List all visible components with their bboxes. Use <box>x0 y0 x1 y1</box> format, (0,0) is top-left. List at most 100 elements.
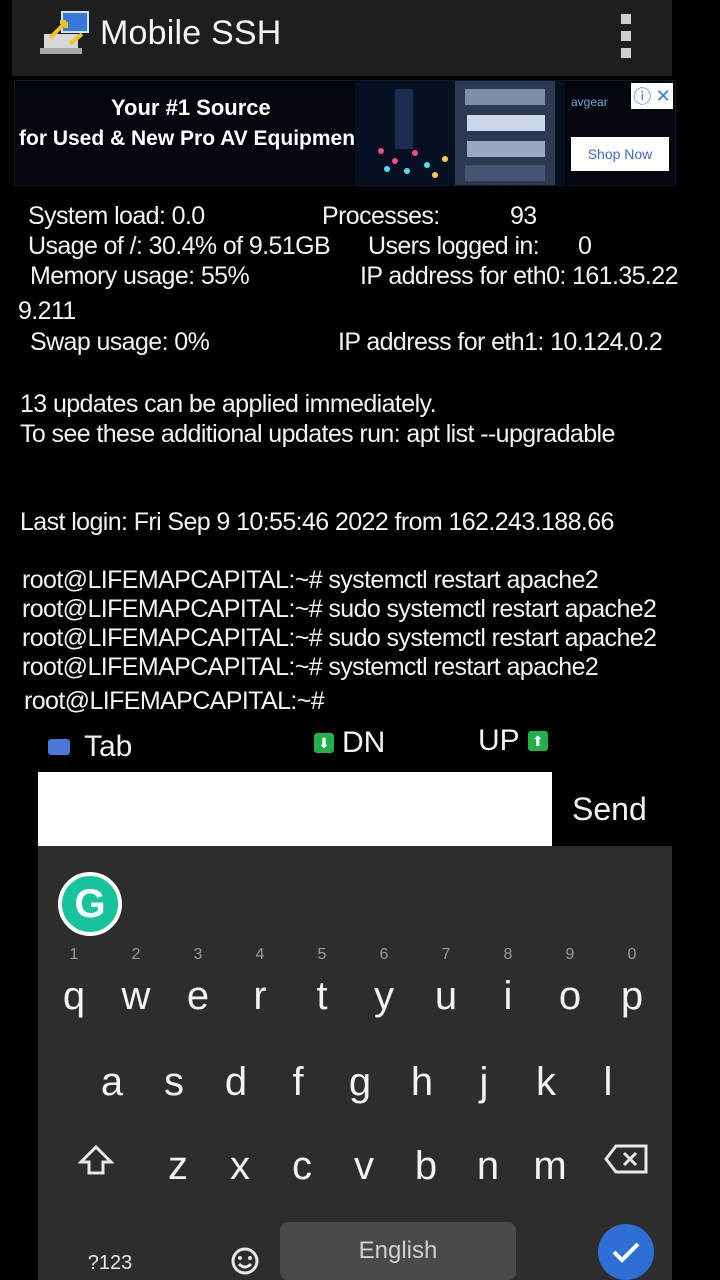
soft-keyboard: G 1q2w3e4r5t6y7u8i9o0p asdfghjkl zxcvbnm… <box>38 846 672 1280</box>
key-q[interactable]: 1q <box>48 946 100 1019</box>
terminal-line: root@LIFEMAPCAPITAL:~# <box>24 687 325 715</box>
key-label: l <box>603 1060 613 1104</box>
terminal-line: Memory usage: 55% <box>30 262 250 290</box>
key-label: m <box>533 1144 567 1188</box>
key-label: a <box>100 1060 124 1104</box>
key-x[interactable]: x <box>214 1144 266 1189</box>
key-a[interactable]: a <box>86 1060 138 1105</box>
key-u[interactable]: 7u <box>420 946 472 1019</box>
ad-choices[interactable]: ⓘ ✕ <box>631 83 673 109</box>
shift-icon[interactable] <box>78 1144 114 1176</box>
up-key-button[interactable]: UP ⬆ <box>478 724 548 758</box>
terminal-line: Swap usage: 0% <box>30 328 210 356</box>
close-icon[interactable]: ✕ <box>656 86 671 107</box>
app-title: Mobile SSH <box>100 14 282 52</box>
key-i[interactable]: 8i <box>482 946 534 1019</box>
terminal-line: Users logged in: <box>368 232 540 260</box>
grammarly-button[interactable]: G <box>58 872 122 936</box>
terminal-line: 13 updates can be applied immediately. <box>20 390 437 418</box>
key-label: r <box>253 974 267 1018</box>
key-hint: 7 <box>441 946 451 963</box>
emoji-icon[interactable] <box>230 1246 260 1276</box>
key-hint: 8 <box>503 946 513 963</box>
terminal-line: Processes: <box>322 202 440 230</box>
terminal-line: Usage of /: 30.4% of 9.51GB <box>28 232 331 260</box>
key-label: w <box>121 974 151 1018</box>
key-c[interactable]: c <box>276 1144 328 1189</box>
key-label: z <box>168 1144 188 1188</box>
key-label: y <box>374 974 394 1018</box>
shop-now-button[interactable]: Shop Now <box>571 137 669 171</box>
down-key-label: DN <box>342 726 386 759</box>
key-h[interactable]: h <box>396 1060 448 1105</box>
key-label: k <box>536 1060 556 1104</box>
arrow-down-icon: ⬇ <box>314 733 334 753</box>
ad-headline: Your #1 Source <box>111 95 271 120</box>
space-bar[interactable]: English <box>280 1222 516 1280</box>
key-label: t <box>316 974 328 1018</box>
enter-key[interactable] <box>598 1224 654 1280</box>
key-d[interactable]: d <box>210 1060 262 1105</box>
key-y[interactable]: 6y <box>358 946 410 1019</box>
key-w[interactable]: 2w <box>110 946 162 1019</box>
terminal-line: root@LIFEMAPCAPITAL:~# sudo systemctl re… <box>22 595 657 623</box>
key-v[interactable]: v <box>338 1144 390 1189</box>
terminal-line: 0 <box>578 232 592 260</box>
key-n[interactable]: n <box>462 1144 514 1189</box>
key-label: e <box>186 974 210 1018</box>
up-key-label: UP <box>478 724 520 757</box>
key-t[interactable]: 5t <box>296 946 348 1019</box>
key-label: i <box>503 974 513 1018</box>
ssh-computer-icon <box>40 11 89 54</box>
tab-key-button[interactable]: Tab <box>48 730 132 764</box>
down-key-button[interactable]: ⬇ DN <box>314 726 385 760</box>
send-button[interactable]: Send <box>572 784 672 834</box>
key-label: h <box>410 1060 434 1104</box>
key-j[interactable]: j <box>458 1060 510 1105</box>
key-label: n <box>476 1144 500 1188</box>
key-label: c <box>292 1144 312 1188</box>
key-m[interactable]: m <box>524 1144 576 1189</box>
key-l[interactable]: l <box>582 1060 634 1105</box>
terminal-line: IP address for eth1: 10.124.0.2 <box>338 328 663 356</box>
terminal-line: To see these additional updates run: apt… <box>20 420 615 448</box>
terminal-line: 93 <box>510 202 537 230</box>
key-hint: 0 <box>627 946 637 963</box>
app-bar: Mobile SSH <box>12 0 672 76</box>
key-label: j <box>479 1060 489 1104</box>
terminal-line: System load: 0.0 <box>28 202 205 230</box>
backspace-icon[interactable] <box>604 1144 648 1174</box>
info-icon[interactable]: ⓘ <box>633 83 651 109</box>
key-label: p <box>620 974 644 1018</box>
key-hint: 3 <box>193 946 203 963</box>
screen: Mobile SSH Your #1 Source for Used & New… <box>0 0 720 1280</box>
key-label: u <box>434 974 458 1018</box>
overflow-menu-icon[interactable] <box>616 14 636 58</box>
key-g[interactable]: g <box>334 1060 386 1105</box>
ad-brand-logo: avgear <box>571 95 608 109</box>
symbols-key[interactable]: ?123 <box>80 1252 140 1275</box>
key-e[interactable]: 3e <box>172 946 224 1019</box>
tab-icon <box>48 739 70 755</box>
key-hint: 6 <box>379 946 389 963</box>
key-label: s <box>164 1060 184 1104</box>
terminal-line: root@LIFEMAPCAPITAL:~# sudo systemctl re… <box>22 624 657 652</box>
key-o[interactable]: 9o <box>544 946 596 1019</box>
key-b[interactable]: b <box>400 1144 452 1189</box>
key-label: g <box>348 1060 372 1104</box>
key-label: x <box>230 1144 250 1188</box>
key-label: b <box>414 1144 438 1188</box>
terminal-line: root@LIFEMAPCAPITAL:~# systemctl restart… <box>22 653 599 681</box>
key-k[interactable]: k <box>520 1060 572 1105</box>
key-z[interactable]: z <box>152 1144 204 1189</box>
key-s[interactable]: s <box>148 1060 200 1105</box>
terminal-line: Last login: Fri Sep 9 10:55:46 2022 from… <box>20 508 614 536</box>
key-r[interactable]: 4r <box>234 946 286 1019</box>
key-p[interactable]: 0p <box>606 946 658 1019</box>
command-input[interactable] <box>38 772 552 854</box>
key-label: q <box>62 974 86 1018</box>
terminal-line: 9.211 <box>18 297 76 325</box>
key-f[interactable]: f <box>272 1060 324 1105</box>
key-label: d <box>224 1060 248 1104</box>
ad-banner[interactable]: Your #1 Source for Used & New Pro AV Equ… <box>14 80 676 186</box>
